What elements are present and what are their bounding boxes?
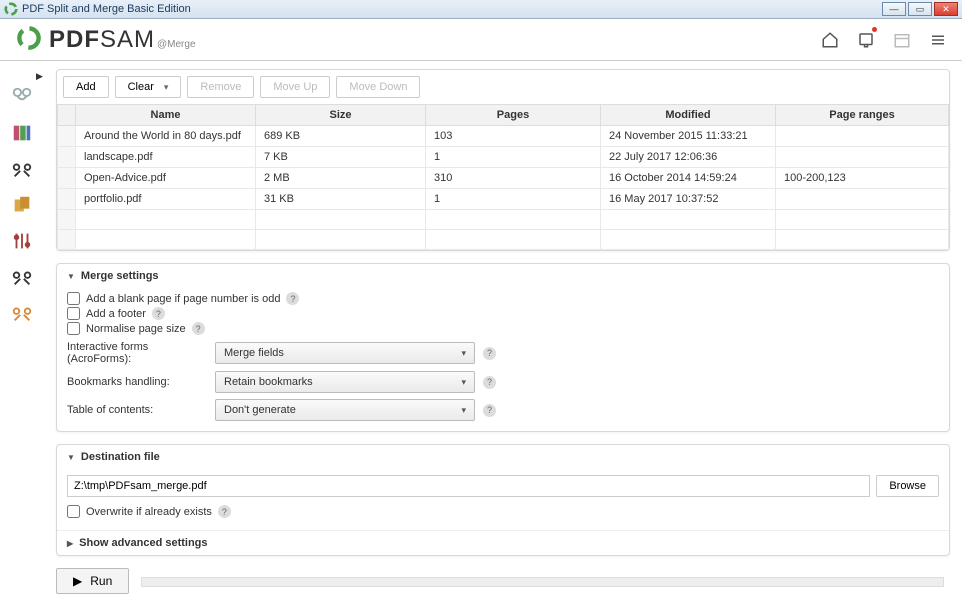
destination-input[interactable]	[67, 475, 870, 497]
browse-button[interactable]: Browse	[876, 475, 939, 497]
help-icon[interactable]: ?	[218, 505, 231, 518]
col-pages[interactable]: Pages	[426, 105, 601, 126]
help-icon[interactable]: ?	[192, 322, 205, 335]
remove-button[interactable]: Remove	[187, 76, 254, 98]
sidebar-alternate-icon[interactable]	[10, 121, 34, 145]
file-table[interactable]: Name Size Pages Modified Page ranges Aro…	[57, 104, 949, 250]
footer-checkbox[interactable]	[67, 307, 80, 320]
table-row[interactable]	[58, 210, 949, 230]
merge-settings-panel: Merge settings Add a blank page if page …	[56, 263, 950, 432]
table-row[interactable]: landscape.pdf 7 KB 1 22 July 2017 12:06:…	[58, 147, 949, 168]
logo-icon	[15, 24, 43, 55]
close-button[interactable]: ✕	[934, 2, 958, 16]
col-size[interactable]: Size	[256, 105, 426, 126]
file-panel: Add Clear Remove Move Up Move Down Name …	[56, 69, 950, 251]
odd-page-checkbox[interactable]	[67, 292, 80, 305]
sidebar-splitbookmarks-icon[interactable]	[10, 301, 34, 325]
notifications-icon[interactable]	[852, 26, 880, 54]
footer-checkbox-row: Add a footer ?	[67, 307, 939, 320]
calendar-icon[interactable]	[888, 26, 916, 54]
col-modified[interactable]: Modified	[601, 105, 776, 126]
help-icon[interactable]: ?	[152, 307, 165, 320]
toc-select[interactable]: Don't generate	[215, 399, 475, 421]
movedown-button[interactable]: Move Down	[336, 76, 420, 98]
breadcrumb: @Merge	[157, 39, 196, 50]
app-header: PDFSAM @Merge	[0, 19, 962, 61]
home-icon[interactable]	[816, 26, 844, 54]
sidebar	[0, 61, 44, 606]
brand-text: PDFSAM @Merge	[49, 26, 196, 54]
help-icon[interactable]: ?	[483, 376, 496, 389]
help-icon[interactable]: ?	[483, 347, 496, 360]
sidebar-rotate-icon[interactable]	[10, 193, 34, 217]
bookmarks-select[interactable]: Retain bookmarks	[215, 371, 475, 393]
table-row[interactable]: portfolio.pdf 31 KB 1 16 May 2017 10:37:…	[58, 189, 949, 210]
sidebar-split-icon[interactable]	[10, 157, 34, 181]
titlebar: PDF Split and Merge Basic Edition — ▭ ✕	[0, 0, 962, 19]
moveup-button[interactable]: Move Up	[260, 76, 330, 98]
overwrite-checkbox[interactable]	[67, 505, 80, 518]
sidebar-extract-icon[interactable]	[10, 229, 34, 253]
menu-icon[interactable]	[924, 26, 952, 54]
col-ranges[interactable]: Page ranges	[776, 105, 949, 126]
toc-label: Table of contents:	[67, 404, 207, 416]
help-icon[interactable]: ?	[483, 404, 496, 417]
add-button[interactable]: Add	[63, 76, 109, 98]
play-icon: ▶	[73, 574, 82, 588]
run-button[interactable]: ▶ Run	[56, 568, 129, 594]
forms-label: Interactive forms (AcroForms):	[67, 341, 207, 365]
clear-button[interactable]: Clear	[115, 76, 182, 98]
odd-page-checkbox-row: Add a blank page if page number is odd ?	[67, 292, 939, 305]
table-row[interactable]: Open-Advice.pdf 2 MB 310 16 October 2014…	[58, 168, 949, 189]
horizontal-scrollbar[interactable]	[141, 577, 944, 587]
col-name[interactable]: Name	[76, 105, 256, 126]
table-row[interactable]	[58, 230, 949, 250]
bookmarks-label: Bookmarks handling:	[67, 376, 207, 388]
normalise-checkbox-row: Normalise page size ?	[67, 322, 939, 335]
window-title: PDF Split and Merge Basic Edition	[22, 3, 882, 15]
help-icon[interactable]: ?	[286, 292, 299, 305]
forms-select[interactable]: Merge fields	[215, 342, 475, 364]
merge-settings-header[interactable]: Merge settings	[57, 264, 949, 288]
minimize-button[interactable]: —	[882, 2, 906, 16]
app-icon	[4, 2, 18, 16]
advanced-toggle[interactable]: Show advanced settings	[57, 530, 949, 555]
sidebar-expand-icon[interactable]: ▶	[36, 71, 43, 82]
maximize-button[interactable]: ▭	[908, 2, 932, 16]
normalise-checkbox[interactable]	[67, 322, 80, 335]
sidebar-merge-icon[interactable]	[10, 85, 34, 109]
row-number-header	[58, 105, 76, 126]
overwrite-checkbox-row: Overwrite if already exists ?	[67, 505, 939, 518]
destination-panel: Destination file Browse Overwrite if alr…	[56, 444, 950, 556]
destination-header[interactable]: Destination file	[57, 445, 949, 469]
table-row[interactable]: Around the World in 80 days.pdf 689 KB 1…	[58, 126, 949, 147]
sidebar-splitsize-icon[interactable]	[10, 265, 34, 289]
